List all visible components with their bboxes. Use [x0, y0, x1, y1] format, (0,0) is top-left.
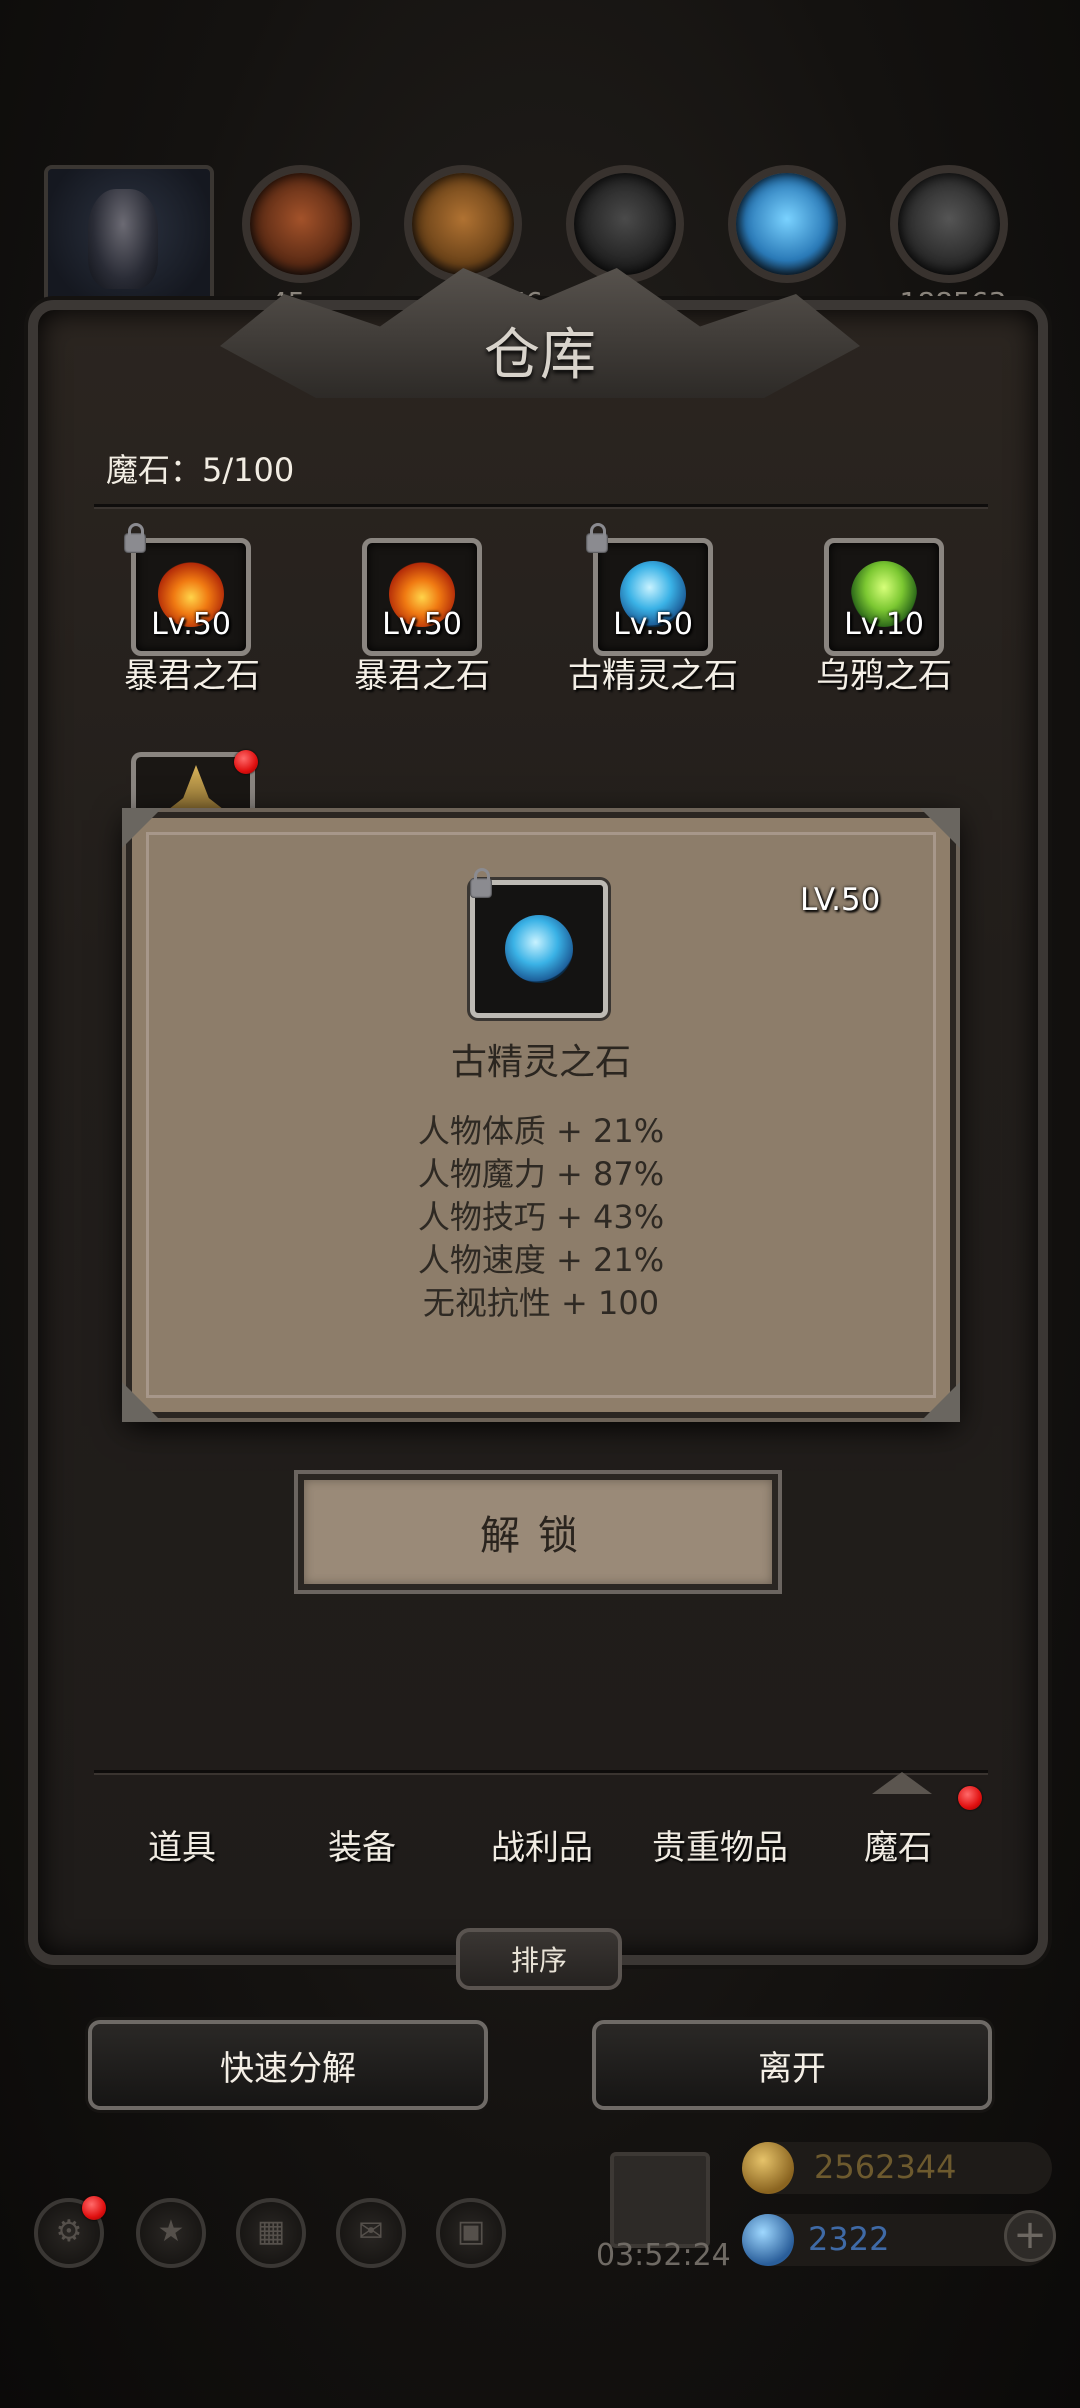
gold-coin-icon [742, 2142, 794, 2194]
item-slot[interactable]: Lv.10 [824, 538, 944, 656]
box-icon[interactable]: ▣ [436, 2198, 506, 2268]
tab-magic-stones[interactable]: 魔石 [808, 1820, 988, 1869]
detail-level: LV.50 [800, 882, 881, 918]
resource-wood-icon[interactable] [404, 165, 522, 283]
quick-decompose-button[interactable]: 快速分解 [88, 2020, 488, 2110]
lock-icon [586, 523, 608, 553]
notification-dot [234, 750, 258, 774]
map-glyph: ▦ [256, 2214, 286, 2249]
detail-item-icon [470, 880, 608, 1018]
stat-line: 无视抗性 + 100 [422, 1284, 660, 1322]
stat-line: 人物魔力 + 87% [417, 1155, 665, 1193]
detail-item-name: 古精灵之石 [450, 1042, 631, 1083]
resource-crystal-icon[interactable] [728, 165, 846, 283]
mail-icon[interactable]: ✉ [336, 2198, 406, 2268]
item-name: 乌鸦之石 [816, 656, 952, 696]
tab-divider [94, 1770, 988, 1773]
map-icon[interactable]: ▦ [236, 2198, 306, 2268]
item-name: 暴君之石 [354, 656, 490, 696]
notification-dot [958, 1786, 982, 1810]
panel-title: 仓库 [484, 323, 596, 388]
add-currency-button[interactable]: + [1004, 2210, 1056, 2262]
tab-items[interactable]: 道具 [92, 1820, 272, 1869]
divider [94, 504, 988, 507]
gift-box-icon[interactable] [610, 2152, 710, 2248]
item-level: Lv.10 [844, 607, 924, 642]
unlock-button[interactable]: 解锁 [298, 1474, 778, 1590]
lock-icon [124, 523, 146, 553]
blue-orb-icon [505, 915, 573, 983]
star-icon[interactable]: ★ [136, 2198, 206, 2268]
mail-glyph: ✉ [358, 2214, 384, 2249]
box-glyph: ▣ [456, 2214, 486, 2249]
resource-iron-icon[interactable] [566, 165, 684, 283]
gold-amount: 2562344 [814, 2148, 957, 2186]
stat-line: 人物速度 + 21% [417, 1241, 665, 1279]
sort-button[interactable]: 排序 [456, 1928, 622, 1990]
item-name: 暴君之石 [124, 656, 260, 696]
item-level: Lv.50 [382, 607, 462, 642]
gift-timer: 03:52:24 [596, 2238, 731, 2273]
resource-stone-icon[interactable] [890, 165, 1008, 283]
gem-amount: 2322 [808, 2220, 890, 2258]
item-slot[interactable]: Lv.50 [362, 538, 482, 656]
resource-meat-icon[interactable] [242, 165, 360, 283]
capacity-label: 魔石：5/100 [106, 451, 295, 489]
item-level: Lv.50 [151, 607, 231, 642]
tab-valuables[interactable]: 贵重物品 [630, 1820, 810, 1869]
item-level: Lv.50 [613, 607, 693, 642]
gem-icon [742, 2214, 794, 2266]
tab-loot[interactable]: 战利品 [452, 1820, 632, 1869]
avatar-portrait [88, 189, 158, 289]
tab-equipment[interactable]: 装备 [272, 1820, 452, 1869]
item-slot[interactable]: Lv.50 [124, 523, 251, 656]
item-slot[interactable]: Lv.50 [586, 523, 713, 656]
leave-button[interactable]: 离开 [592, 2020, 992, 2110]
star-glyph: ★ [157, 2214, 185, 2249]
stat-line: 人物体质 + 21% [417, 1112, 665, 1150]
item-name: 古精灵之石 [568, 656, 738, 696]
lock-icon [470, 868, 492, 898]
stat-line: 人物技巧 + 43% [417, 1198, 665, 1236]
notification-dot [82, 2196, 106, 2220]
